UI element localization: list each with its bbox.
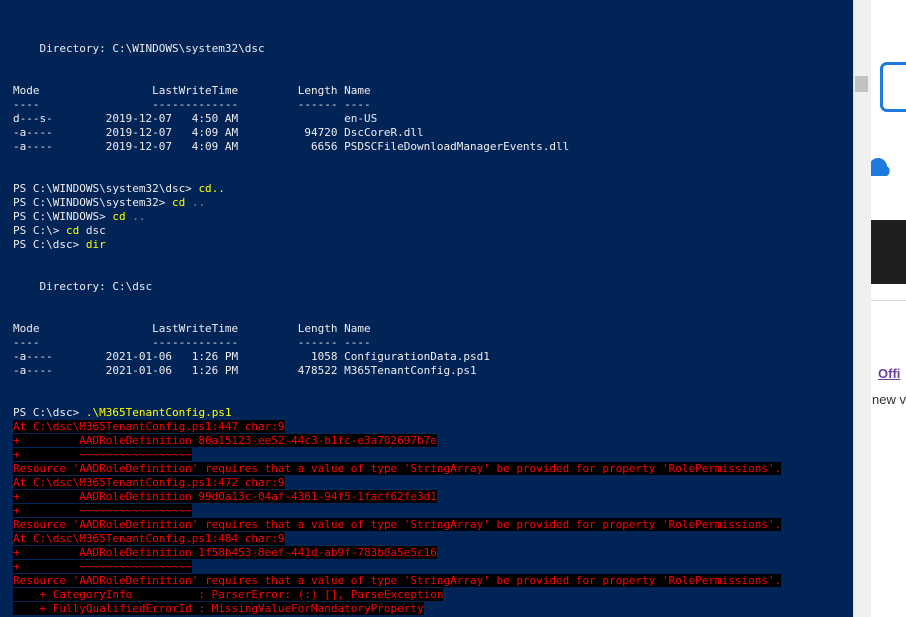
console-line: Directory: C:\dsc [13, 280, 853, 294]
console-line: Resource 'AADRoleDefinition' requires th… [13, 574, 853, 588]
console-line: PS C:\WINDOWS> cd .. [13, 210, 853, 224]
error-text: + ~~~~~~~~~~~~~~~~~ [13, 560, 192, 573]
console-line: PS C:\dsc> .\M365TenantConfig.ps1 [13, 406, 853, 420]
error-text: + AADRoleDefinition 99d0a13c-04af-4361-9… [13, 490, 437, 503]
console-line: -a---- 2019-12-07 4:09 AM 94720 DscCoreR… [13, 126, 853, 140]
console-line: + FullyQualifiedErrorId : MissingValueFo… [13, 602, 853, 616]
console-line: ---- ------------- ------ ---- [13, 98, 853, 112]
output-text: Mode LastWriteTime Length Name [13, 84, 371, 97]
command-text: cd.. [198, 182, 225, 195]
console-line: + AADRoleDefinition 1f58b453-8eef-441d-a… [13, 546, 853, 560]
error-text: + CategoryInfo : ParserError: (:) [], Pa… [13, 588, 444, 601]
prompt-text: PS C:\WINDOWS\system32> [13, 196, 172, 209]
error-text: + ~~~~~~~~~~~~~~~~~ [13, 448, 192, 461]
console-line: At C:\dsc\M365TenantConfig.ps1:472 char:… [13, 476, 853, 490]
console-line: Directory: C:\WINDOWS\system32\dsc [13, 42, 853, 56]
output-text: d---s- 2019-12-07 4:50 AM en-US [13, 112, 378, 125]
error-text: + ~~~~~~~~~~~~~~~~~ [13, 504, 192, 517]
error-text: + AADRoleDefinition 1f58b453-8eef-441d-a… [13, 546, 437, 559]
console-line: PS C:\WINDOWS\system32\dsc> cd.. [13, 182, 853, 196]
console-line: PS C:\dsc> dir [13, 238, 853, 252]
output-text: -a---- 2019-12-07 4:09 AM 94720 DscCoreR… [13, 126, 424, 139]
prompt-text: PS C:\WINDOWS> [13, 210, 113, 223]
error-text: At C:\dsc\M365TenantConfig.ps1:484 char:… [13, 532, 285, 545]
vertical-scrollbar[interactable] [853, 0, 871, 617]
background-dark-banner [870, 220, 906, 284]
console-line: Mode LastWriteTime Length Name [13, 84, 853, 98]
console-line: At C:\dsc\M365TenantConfig.ps1:447 char:… [13, 420, 853, 434]
error-text: + AADRoleDefinition 80a15123-ee52-44c3-b… [13, 434, 437, 447]
error-text: Resource 'AADRoleDefinition' requires th… [13, 574, 782, 587]
output-text: ---- ------------- ------ ---- [13, 98, 371, 111]
prompt-text: PS C:\WINDOWS\system32\dsc> [13, 182, 199, 195]
prompt-text: .. [191, 196, 206, 209]
console-line: PS C:\> cd dsc [13, 224, 853, 238]
output-text: -a---- 2021-01-06 1:26 PM 478522 M365Ten… [13, 364, 477, 377]
output-text: -a---- 2021-01-06 1:26 PM 1058 Configura… [13, 350, 490, 363]
console-line: + ~~~~~~~~~~~~~~~~~ [13, 560, 853, 574]
console-line: -a---- 2021-01-06 1:26 PM 1058 Configura… [13, 350, 853, 364]
prompt-text: dsc [79, 224, 106, 237]
prompt-text: PS C:\dsc> [13, 238, 86, 251]
error-text: + FullyQualifiedErrorId : MissingValueFo… [13, 602, 424, 615]
background-divider [870, 300, 906, 301]
prompt-text: .. [132, 210, 146, 223]
console-line: Resource 'AADRoleDefinition' requires th… [13, 462, 853, 476]
output-text: -a---- 2019-12-07 4:09 AM 6656 PSDSCFile… [13, 140, 570, 153]
error-text: Resource 'AADRoleDefinition' requires th… [13, 518, 782, 531]
console-line: + CategoryInfo : ParserError: (:) [], Pa… [13, 588, 853, 602]
command-text: .\M365TenantConfig.ps1 [85, 406, 232, 419]
console-line: Resource 'AADRoleDefinition' requires th… [13, 518, 853, 532]
console-line: Mode LastWriteTime Length Name [13, 322, 853, 336]
console-line: + ~~~~~~~~~~~~~~~~~ [13, 448, 853, 462]
console-line: PS C:\WINDOWS\system32> cd .. [13, 196, 853, 210]
output-text: Mode LastWriteTime Length Name [13, 322, 371, 335]
console-line: + AADRoleDefinition 99d0a13c-04af-4361-9… [13, 490, 853, 504]
background-text: new v [872, 392, 906, 407]
error-text: At C:\dsc\M365TenantConfig.ps1:472 char:… [13, 476, 285, 489]
prompt-text: PS C:\> [13, 224, 66, 237]
error-text: Resource 'AADRoleDefinition' requires th… [13, 462, 782, 475]
console-line: ---- ------------- ------ ---- [13, 336, 853, 350]
scrollbar-thumb[interactable] [855, 76, 868, 92]
console-line: d---s- 2019-12-07 4:50 AM en-US [13, 112, 853, 126]
console-line: At C:\dsc\M365TenantConfig.ps1:484 char:… [13, 532, 853, 546]
console-line: -a---- 2021-01-06 1:26 PM 478522 M365Ten… [13, 364, 853, 378]
output-text: ---- ------------- ------ ---- [13, 336, 371, 349]
command-text: dir [85, 238, 106, 251]
command-text: cd [171, 196, 192, 209]
console-line: + AADRoleDefinition 80a15123-ee52-44c3-b… [13, 434, 853, 448]
prompt-text: PS C:\dsc> [13, 406, 86, 419]
app-icon [880, 62, 906, 112]
error-text: At C:\dsc\M365TenantConfig.ps1:447 char:… [13, 420, 285, 433]
background-link[interactable]: Offi [878, 366, 900, 381]
console-line: -a---- 2019-12-07 4:09 AM 6656 PSDSCFile… [13, 140, 853, 154]
command-text: cd [112, 210, 133, 223]
command-text: cd [65, 224, 80, 237]
output-text: Directory: C:\dsc [13, 280, 153, 293]
console-line: + ~~~~~~~~~~~~~~~~~ [13, 504, 853, 518]
output-text: Directory: C:\WINDOWS\system32\dsc [13, 42, 265, 55]
console-output[interactable]: Directory: C:\WINDOWS\system32\dsc Mode L… [13, 14, 853, 617]
powershell-window[interactable]: Directory: C:\WINDOWS\system32\dsc Mode L… [0, 0, 853, 617]
